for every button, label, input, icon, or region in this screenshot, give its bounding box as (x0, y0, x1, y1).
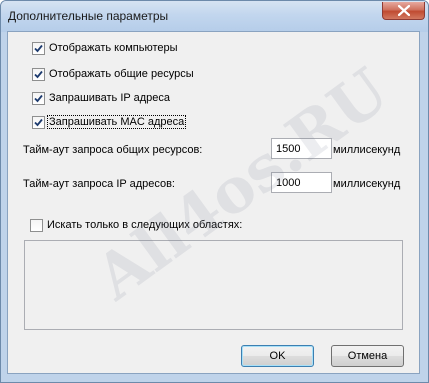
shares-timeout-input[interactable] (271, 138, 332, 159)
title-bar[interactable]: Дополнительные параметры (1, 1, 428, 32)
query-ip-label: Запрашивать IP адреса (49, 92, 170, 104)
search-areas-checkbox[interactable] (30, 219, 43, 232)
show-computers-label: Отображать компьютеры (49, 42, 178, 54)
show-shares-label: Отображать общие ресурсы (49, 68, 194, 80)
ip-timeout-input[interactable] (271, 172, 332, 193)
cancel-button[interactable]: Отмена (331, 345, 404, 367)
ip-timeout-unit: миллисекунд (333, 178, 401, 190)
query-mac-checkbox[interactable] (32, 116, 45, 129)
close-button[interactable] (382, 2, 425, 20)
checkmark-icon (34, 44, 43, 53)
ok-button[interactable]: OK (241, 345, 314, 367)
checkmark-icon (34, 94, 43, 103)
query-mac-label: Запрашивать MAC адреса (46, 115, 187, 129)
search-areas-label: Искать только в следующих областях: (47, 219, 243, 231)
checkmark-icon (34, 70, 43, 79)
areas-list[interactable] (24, 240, 403, 330)
window-title: Дополнительные параметры (8, 9, 169, 23)
ip-timeout-label: Тайм-аут запроса IP адресов: (23, 178, 175, 190)
dialog-content: Отображать компьютеры Отображать общие р… (7, 31, 420, 374)
close-x-icon (398, 5, 410, 16)
show-computers-checkbox[interactable] (32, 42, 45, 55)
checkmark-icon (34, 118, 43, 127)
show-shares-checkbox[interactable] (32, 68, 45, 81)
query-ip-checkbox[interactable] (32, 92, 45, 105)
shares-timeout-label: Тайм-аут запроса общих ресурсов: (23, 144, 203, 156)
shares-timeout-unit: миллисекунд (333, 144, 401, 156)
